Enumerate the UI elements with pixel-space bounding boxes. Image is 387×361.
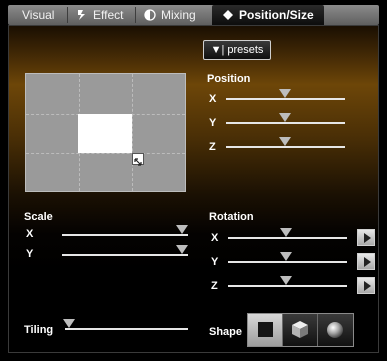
tab-divider [135, 7, 136, 23]
shape-square-button[interactable] [248, 314, 283, 346]
position-z-slider[interactable] [226, 146, 345, 148]
sphere-icon [327, 322, 343, 338]
tab-divider [67, 7, 68, 23]
rotation-y-play-button[interactable] [357, 253, 375, 270]
tab-visual-label: Visual [22, 8, 55, 22]
presets-dropdown[interactable]: ▼| presets [203, 40, 271, 60]
rotation-x-thumb[interactable] [280, 228, 292, 237]
scale-x-label: X [26, 228, 34, 240]
position-x-label: X [209, 93, 217, 105]
cube-icon [292, 321, 308, 338]
position-x-slider[interactable] [226, 98, 345, 100]
shape-selector [247, 313, 354, 347]
tab-effect-label: Effect [93, 8, 124, 22]
grid-line [26, 153, 185, 154]
tiling-title: Tiling [24, 324, 54, 336]
position-y-slider[interactable] [226, 122, 345, 124]
scale-title: Scale [24, 211, 53, 223]
scale-y-thumb[interactable] [176, 245, 188, 254]
position-preview[interactable] [25, 73, 186, 192]
diamond-icon [222, 9, 234, 21]
scale-y-slider[interactable] [62, 254, 188, 256]
rotation-z-thumb[interactable] [280, 276, 292, 285]
resize-handle-icon[interactable] [132, 153, 144, 166]
shape-cube-button[interactable] [283, 314, 318, 346]
rotation-y-label: Y [211, 256, 219, 268]
tab-position-size-label: Position/Size [239, 8, 314, 22]
tiling-thumb[interactable] [63, 319, 75, 328]
rotation-x-label: X [211, 232, 219, 244]
tab-effect[interactable]: Effect [76, 5, 123, 25]
rotation-z-slider[interactable] [228, 285, 347, 287]
position-y-label: Y [209, 117, 217, 129]
tab-position-size[interactable]: Position/Size [212, 5, 324, 25]
rotation-x-play-button[interactable] [357, 229, 375, 246]
scale-x-thumb[interactable] [176, 225, 188, 234]
position-title: Position [207, 73, 251, 85]
rotation-y-thumb[interactable] [280, 252, 292, 261]
shape-title: Shape [209, 326, 243, 338]
tab-visual[interactable]: Visual [22, 5, 54, 25]
rotation-y-slider[interactable] [228, 261, 347, 263]
rotation-x-slider[interactable] [228, 237, 347, 239]
rotation-title: Rotation [209, 211, 254, 223]
rotation-z-play-button[interactable] [357, 277, 375, 294]
position-x-thumb[interactable] [279, 89, 291, 98]
position-z-label: Z [209, 141, 216, 153]
effect-icon [76, 9, 88, 21]
scale-x-slider[interactable] [62, 234, 188, 236]
half-circle-icon [144, 9, 156, 21]
position-y-thumb[interactable] [279, 113, 291, 122]
position-z-thumb[interactable] [279, 137, 291, 146]
tiling-slider[interactable] [65, 328, 188, 330]
grid-line [132, 74, 133, 191]
square-icon [258, 322, 273, 337]
tab-mixing-label: Mixing [161, 8, 196, 22]
layer-rectangle[interactable] [78, 114, 132, 153]
rotation-z-label: Z [211, 280, 218, 292]
tab-mixing[interactable]: Mixing [144, 5, 196, 25]
shape-sphere-button[interactable] [318, 314, 353, 346]
scale-y-label: Y [26, 248, 34, 260]
